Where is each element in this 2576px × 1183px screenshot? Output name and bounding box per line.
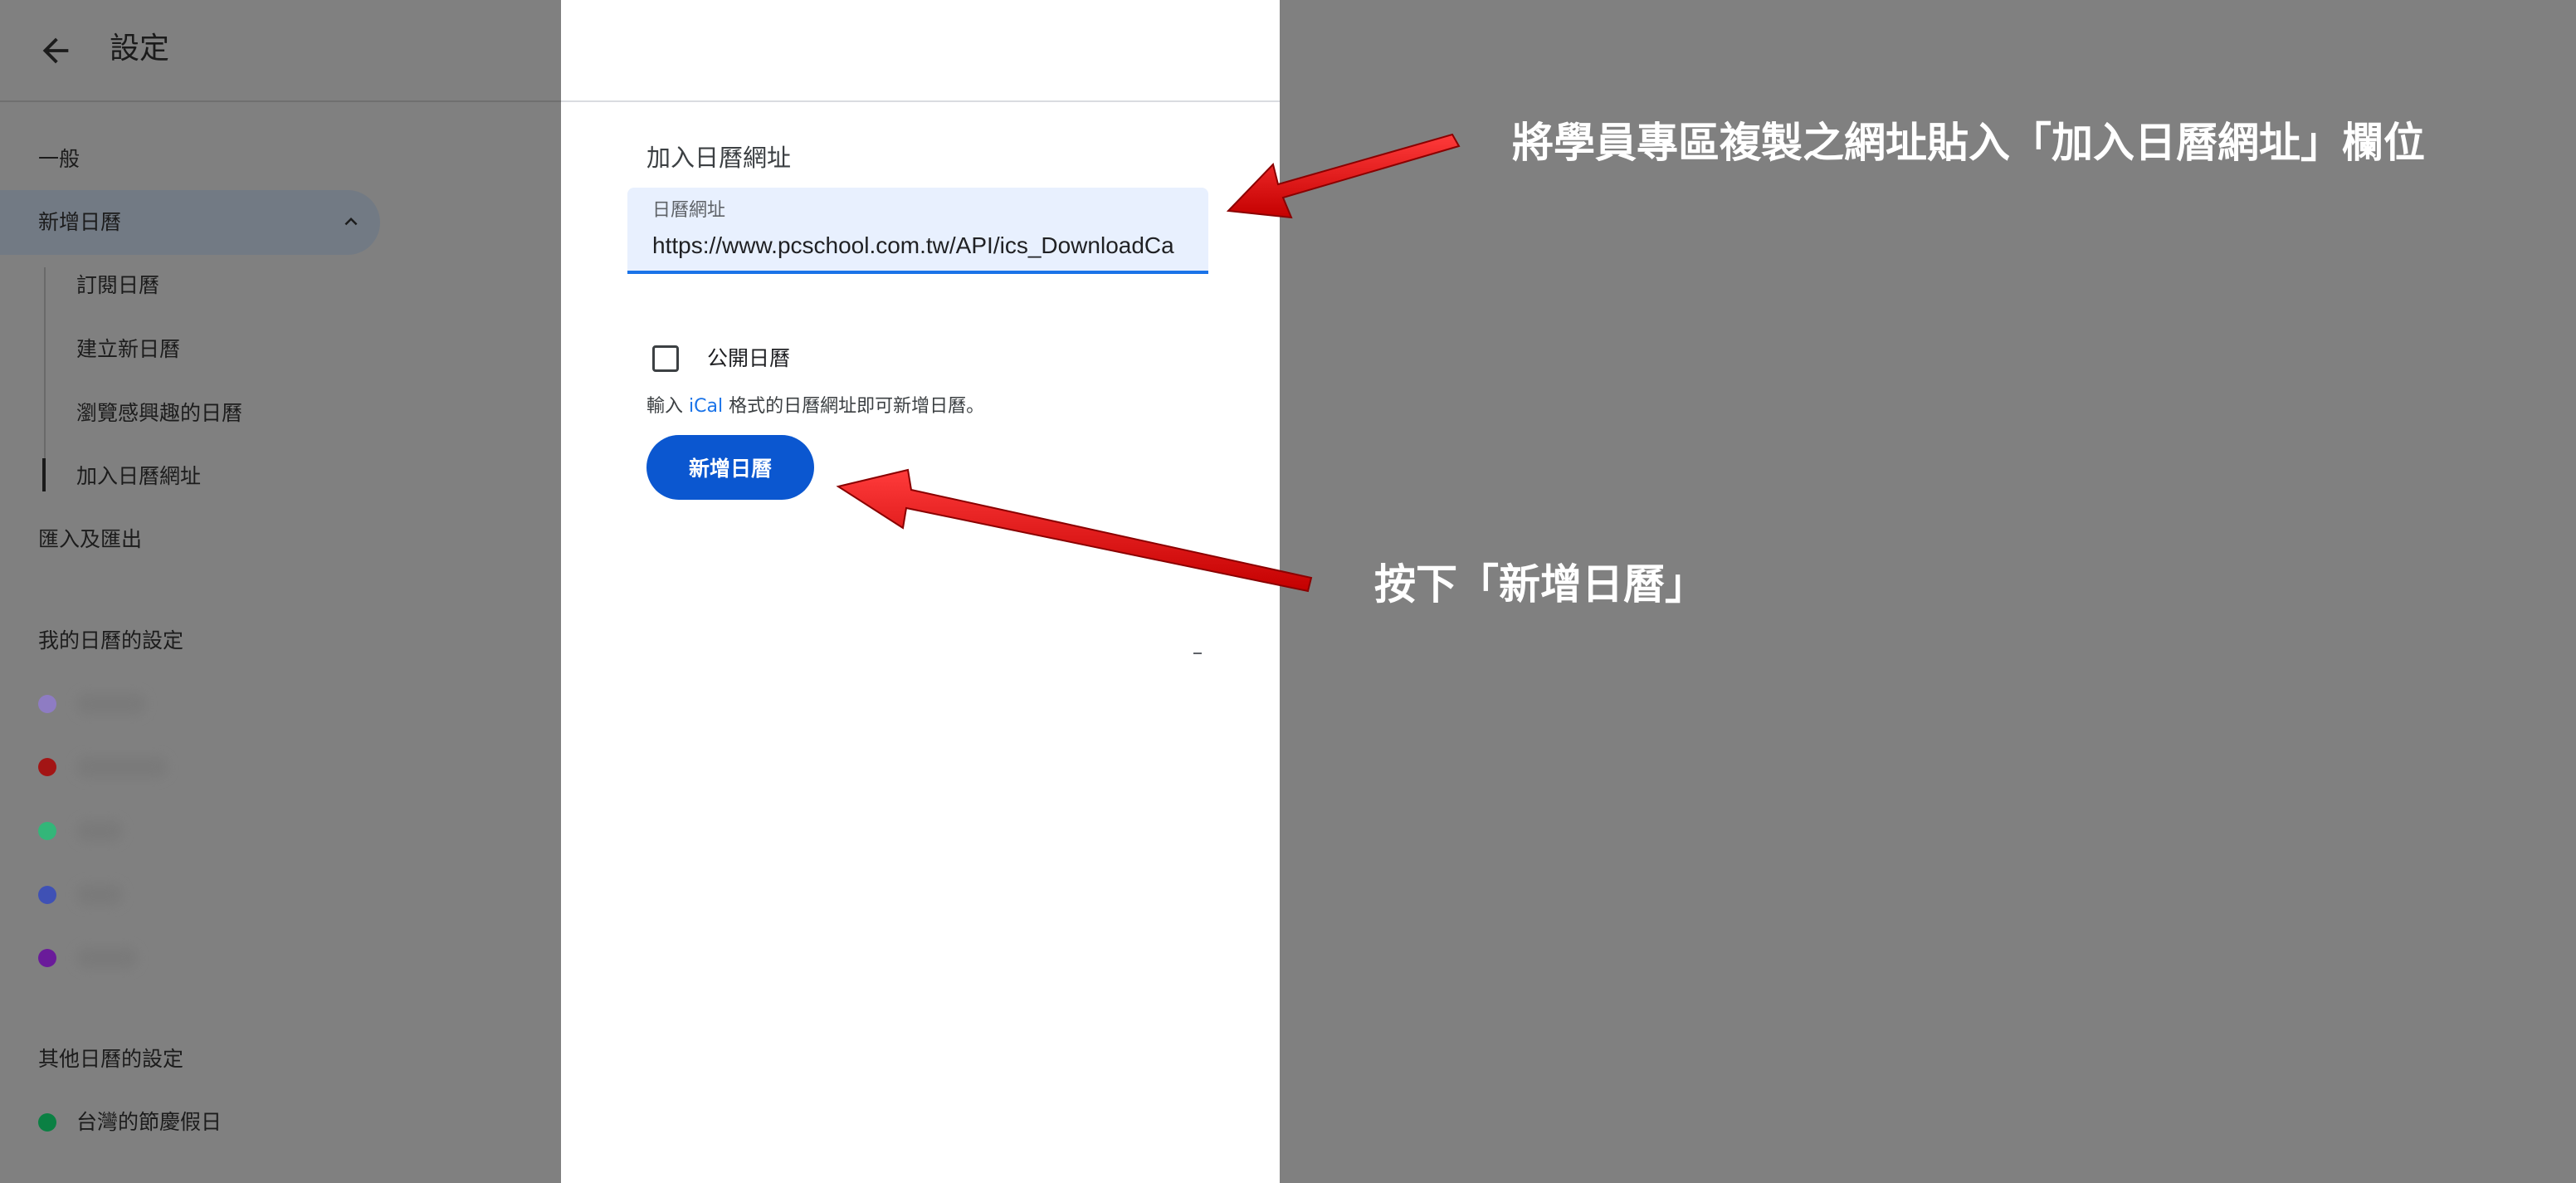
settings-sidebar: 設定 一般 新增日曆 訂閱日曆 建立新日曆 瀏覽感興趣的日曆 加入日曆網址 匯入…: [0, 0, 561, 1183]
chevron-up-icon[interactable]: [337, 209, 365, 234]
add-calendar-button[interactable]: 新增日曆: [646, 435, 814, 500]
my-calendars-section-title: 我的日曆的設定: [38, 628, 184, 653]
sidebar-item-general[interactable]: 一般: [38, 144, 80, 174]
helper-text-suffix: 格式的日曆網址即可新增日曆。: [723, 396, 985, 417]
calendar-url-input[interactable]: [652, 229, 1183, 262]
section-title: 加入日曆網址: [646, 144, 792, 172]
page-title: 設定: [110, 32, 170, 66]
sidebar-item-from-url[interactable]: 加入日曆網址: [76, 462, 201, 491]
ical-link[interactable]: iCal: [689, 396, 723, 417]
blurred-calendar-name[interactable]: [76, 756, 168, 778]
subtree-guide-line: [44, 267, 46, 458]
paste-url-annotation: 將學員專區複製之網址貼入「加入日曆網址」欄位: [1512, 119, 2425, 167]
public-calendar-checkbox[interactable]: [652, 345, 679, 372]
calendar-color-dot: [38, 822, 56, 840]
divider-mark: [1193, 653, 1202, 654]
arrow-back-icon[interactable]: [37, 32, 75, 70]
sidebar-item-browse[interactable]: 瀏覽感興趣的日曆: [76, 398, 242, 428]
sidebar-item-taiwan-holidays[interactable]: 台灣的節慶假日: [76, 1107, 222, 1137]
add-by-url-panel: 加入日曆網址 日曆網址 公開日曆 輸入 iCal 格式的日曆網址即可新增日曆。 …: [561, 0, 1280, 1183]
sidebar-item-subscribe[interactable]: 訂閱日曆: [76, 271, 159, 301]
blurred-calendar-name[interactable]: [76, 947, 138, 969]
calendar-color-dot: [38, 695, 56, 713]
sidebar-item-add-calendar-label: 新增日曆: [38, 210, 122, 234]
helper-text-prefix: 輸入: [646, 396, 689, 417]
blurred-calendar-name[interactable]: [76, 820, 123, 842]
blurred-calendar-name[interactable]: [76, 693, 146, 715]
calendar-url-field-label: 日曆網址: [652, 200, 726, 221]
public-calendar-label: 公開日曆: [707, 346, 791, 370]
calendar-color-dot: [38, 886, 56, 904]
header-divider: [561, 100, 1280, 102]
press-add-annotation: 按下「新增日曆」: [1374, 560, 1706, 609]
helper-text: 輸入 iCal 格式的日曆網址即可新增日曆。: [646, 394, 984, 420]
other-calendars-section-title: 其他日曆的設定: [38, 1047, 184, 1071]
calendar-color-dot: [38, 758, 56, 776]
calendar-color-dot: [38, 949, 56, 967]
settings-header: 設定: [0, 0, 561, 102]
blurred-calendar-name[interactable]: [76, 884, 123, 906]
calendar-url-field[interactable]: 日曆網址: [627, 188, 1208, 274]
sidebar-item-create-new[interactable]: 建立新日曆: [76, 335, 180, 364]
active-item-indicator: [42, 458, 46, 491]
holiday-calendar-color-dot: [38, 1113, 56, 1132]
sidebar-item-import-export[interactable]: 匯入及匯出: [38, 525, 142, 555]
